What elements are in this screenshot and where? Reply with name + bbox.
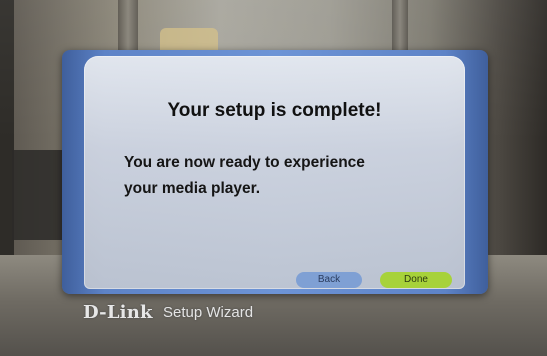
tv-screen: Your setup is complete! You are now read…: [0, 0, 547, 356]
done-button[interactable]: Done: [380, 272, 452, 288]
dialog-title: Your setup is complete!: [167, 100, 382, 121]
dialog-message-line: your media player.: [124, 180, 261, 197]
dlink-logo: D-Link: [83, 302, 153, 323]
dialog-message-line: You are now ready to experience: [124, 154, 365, 171]
dialog-message: You are now ready to experience your med…: [124, 150, 444, 202]
back-button[interactable]: Back: [296, 272, 362, 288]
setup-wizard-label: Setup Wizard: [163, 304, 254, 321]
